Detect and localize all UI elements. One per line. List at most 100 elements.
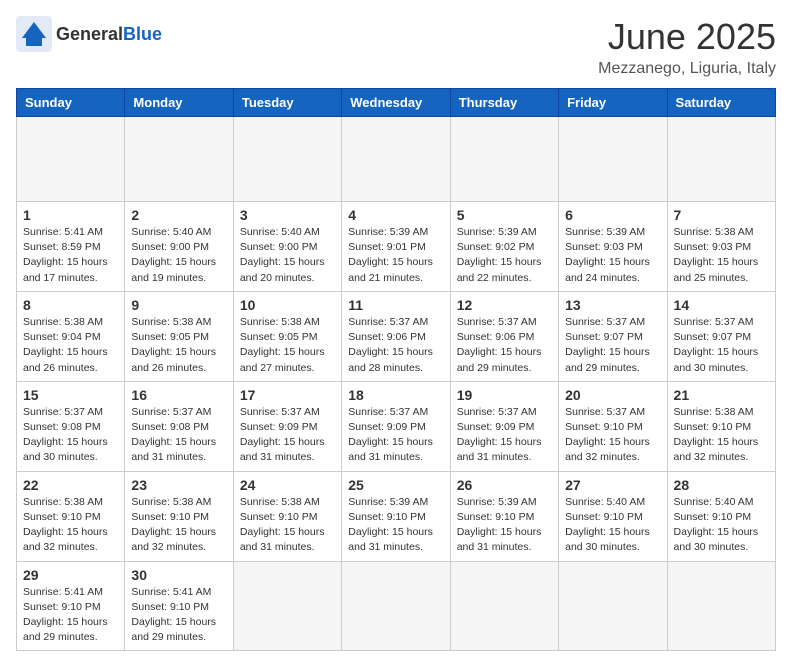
day-number: 7	[674, 207, 769, 223]
day-info: Sunrise: 5:37 AM Sunset: 9:10 PM Dayligh…	[565, 405, 660, 466]
day-cell: 14 Sunrise: 5:37 AM Sunset: 9:07 PM Dayli…	[667, 291, 775, 381]
day-cell: 30Sunrise: 5:41 AM Sunset: 9:10 PM Dayli…	[125, 561, 233, 651]
day-cell: 2 Sunrise: 5:40 AM Sunset: 9:00 PM Daylig…	[125, 202, 233, 292]
day-cell: 7 Sunrise: 5:38 AM Sunset: 9:03 PM Daylig…	[667, 202, 775, 292]
day-number: 22	[23, 477, 118, 493]
day-number: 1	[23, 207, 118, 223]
day-info: Sunrise: 5:39 AM Sunset: 9:10 PM Dayligh…	[348, 495, 443, 556]
title-area: June 2025 Mezzanego, Liguria, Italy	[598, 16, 776, 78]
day-number: 24	[240, 477, 335, 493]
calendar-header: GeneralBlue June 2025 Mezzanego, Liguria…	[16, 16, 776, 78]
day-info: Sunrise: 5:38 AM Sunset: 9:03 PM Dayligh…	[674, 225, 769, 286]
day-number: 9	[131, 297, 226, 313]
day-info: Sunrise: 5:40 AM Sunset: 9:10 PM Dayligh…	[674, 495, 769, 556]
day-cell: 17Sunrise: 5:37 AM Sunset: 9:09 PM Dayli…	[233, 381, 341, 471]
day-number: 25	[348, 477, 443, 493]
day-header-sunday: Sunday	[17, 89, 125, 117]
day-cell	[233, 561, 341, 651]
day-number: 18	[348, 387, 443, 403]
day-cell: 26 Sunrise: 5:39 AM Sunset: 9:10 PM Dayli…	[450, 471, 558, 561]
day-info: Sunrise: 5:38 AM Sunset: 9:10 PM Dayligh…	[674, 405, 769, 466]
day-cell: 23Sunrise: 5:38 AM Sunset: 9:10 PM Dayli…	[125, 471, 233, 561]
day-cell	[559, 117, 667, 202]
day-cell: 18 Sunrise: 5:37 AM Sunset: 9:09 PM Dayli…	[342, 381, 450, 471]
day-number: 23	[131, 477, 226, 493]
day-number: 16	[131, 387, 226, 403]
day-number: 10	[240, 297, 335, 313]
day-number: 14	[674, 297, 769, 313]
day-info: Sunrise: 5:37 AM Sunset: 9:09 PM Dayligh…	[348, 405, 443, 466]
day-info: Sunrise: 5:38 AM Sunset: 9:05 PM Dayligh…	[240, 315, 335, 376]
week-row-6: 29Sunrise: 5:41 AM Sunset: 9:10 PM Dayli…	[17, 561, 776, 651]
day-cell: 20 Sunrise: 5:37 AM Sunset: 9:10 PM Dayli…	[559, 381, 667, 471]
day-number: 15	[23, 387, 118, 403]
day-cell	[667, 117, 775, 202]
day-cell	[450, 561, 558, 651]
day-cell: 22 Sunrise: 5:38 AM Sunset: 9:10 PM Dayli…	[17, 471, 125, 561]
day-info: Sunrise: 5:39 AM Sunset: 9:03 PM Dayligh…	[565, 225, 660, 286]
day-info: Sunrise: 5:40 AM Sunset: 9:00 PM Dayligh…	[240, 225, 335, 286]
day-cell: 15Sunrise: 5:37 AM Sunset: 9:08 PM Dayli…	[17, 381, 125, 471]
day-cell: 21 Sunrise: 5:38 AM Sunset: 9:10 PM Dayli…	[667, 381, 775, 471]
day-number: 6	[565, 207, 660, 223]
day-cell	[342, 561, 450, 651]
day-info: Sunrise: 5:38 AM Sunset: 9:05 PM Dayligh…	[131, 315, 226, 376]
week-row-3: 8Sunrise: 5:38 AM Sunset: 9:04 PM Daylig…	[17, 291, 776, 381]
day-cell: 19Sunrise: 5:37 AM Sunset: 9:09 PM Dayli…	[450, 381, 558, 471]
day-cell: 4 Sunrise: 5:39 AM Sunset: 9:01 PM Daylig…	[342, 202, 450, 292]
calendar-table: SundayMondayTuesdayWednesdayThursdayFrid…	[16, 88, 776, 651]
day-cell: 8Sunrise: 5:38 AM Sunset: 9:04 PM Daylig…	[17, 291, 125, 381]
day-cell: 24 Sunrise: 5:38 AM Sunset: 9:10 PM Dayli…	[233, 471, 341, 561]
day-number: 5	[457, 207, 552, 223]
day-cell: 9 Sunrise: 5:38 AM Sunset: 9:05 PM Daylig…	[125, 291, 233, 381]
day-header-tuesday: Tuesday	[233, 89, 341, 117]
logo-general: General	[56, 24, 123, 45]
day-number: 20	[565, 387, 660, 403]
week-row-5: 22 Sunrise: 5:38 AM Sunset: 9:10 PM Dayli…	[17, 471, 776, 561]
day-number: 30	[131, 567, 226, 583]
day-cell	[667, 561, 775, 651]
day-header-wednesday: Wednesday	[342, 89, 450, 117]
day-cell: 27Sunrise: 5:40 AM Sunset: 9:10 PM Dayli…	[559, 471, 667, 561]
day-cell: 25 Sunrise: 5:39 AM Sunset: 9:10 PM Dayli…	[342, 471, 450, 561]
day-number: 21	[674, 387, 769, 403]
week-row-2: 1 Sunrise: 5:41 AM Sunset: 8:59 PM Daylig…	[17, 202, 776, 292]
day-number: 11	[348, 297, 443, 313]
day-info: Sunrise: 5:37 AM Sunset: 9:07 PM Dayligh…	[674, 315, 769, 376]
week-row-1	[17, 117, 776, 202]
location: Mezzanego, Liguria, Italy	[598, 60, 776, 78]
day-info: Sunrise: 5:38 AM Sunset: 9:10 PM Dayligh…	[240, 495, 335, 556]
day-info: Sunrise: 5:37 AM Sunset: 9:06 PM Dayligh…	[457, 315, 552, 376]
day-number: 4	[348, 207, 443, 223]
day-cell: 6 Sunrise: 5:39 AM Sunset: 9:03 PM Daylig…	[559, 202, 667, 292]
day-info: Sunrise: 5:39 AM Sunset: 9:01 PM Dayligh…	[348, 225, 443, 286]
day-cell: 29Sunrise: 5:41 AM Sunset: 9:10 PM Dayli…	[17, 561, 125, 651]
day-number: 2	[131, 207, 226, 223]
day-number: 17	[240, 387, 335, 403]
day-info: Sunrise: 5:39 AM Sunset: 9:10 PM Dayligh…	[457, 495, 552, 556]
day-number: 12	[457, 297, 552, 313]
day-number: 13	[565, 297, 660, 313]
day-cell: 1 Sunrise: 5:41 AM Sunset: 8:59 PM Daylig…	[17, 202, 125, 292]
day-info: Sunrise: 5:41 AM Sunset: 8:59 PM Dayligh…	[23, 225, 118, 286]
day-cell	[17, 117, 125, 202]
day-cell	[342, 117, 450, 202]
day-cell	[233, 117, 341, 202]
logo: GeneralBlue	[16, 16, 162, 52]
day-info: Sunrise: 5:37 AM Sunset: 9:09 PM Dayligh…	[457, 405, 552, 466]
day-header-saturday: Saturday	[667, 89, 775, 117]
day-cell: 3Sunrise: 5:40 AM Sunset: 9:00 PM Daylig…	[233, 202, 341, 292]
day-info: Sunrise: 5:41 AM Sunset: 9:10 PM Dayligh…	[23, 585, 118, 646]
day-info: Sunrise: 5:38 AM Sunset: 9:10 PM Dayligh…	[23, 495, 118, 556]
day-info: Sunrise: 5:39 AM Sunset: 9:02 PM Dayligh…	[457, 225, 552, 286]
day-cell: 28Sunrise: 5:40 AM Sunset: 9:10 PM Dayli…	[667, 471, 775, 561]
day-info: Sunrise: 5:40 AM Sunset: 9:00 PM Dayligh…	[131, 225, 226, 286]
logo-blue: Blue	[123, 24, 162, 45]
day-info: Sunrise: 5:40 AM Sunset: 9:10 PM Dayligh…	[565, 495, 660, 556]
day-info: Sunrise: 5:38 AM Sunset: 9:04 PM Dayligh…	[23, 315, 118, 376]
day-header-monday: Monday	[125, 89, 233, 117]
day-cell: 5 Sunrise: 5:39 AM Sunset: 9:02 PM Daylig…	[450, 202, 558, 292]
day-header-friday: Friday	[559, 89, 667, 117]
day-number: 26	[457, 477, 552, 493]
month-title: June 2025	[598, 16, 776, 58]
